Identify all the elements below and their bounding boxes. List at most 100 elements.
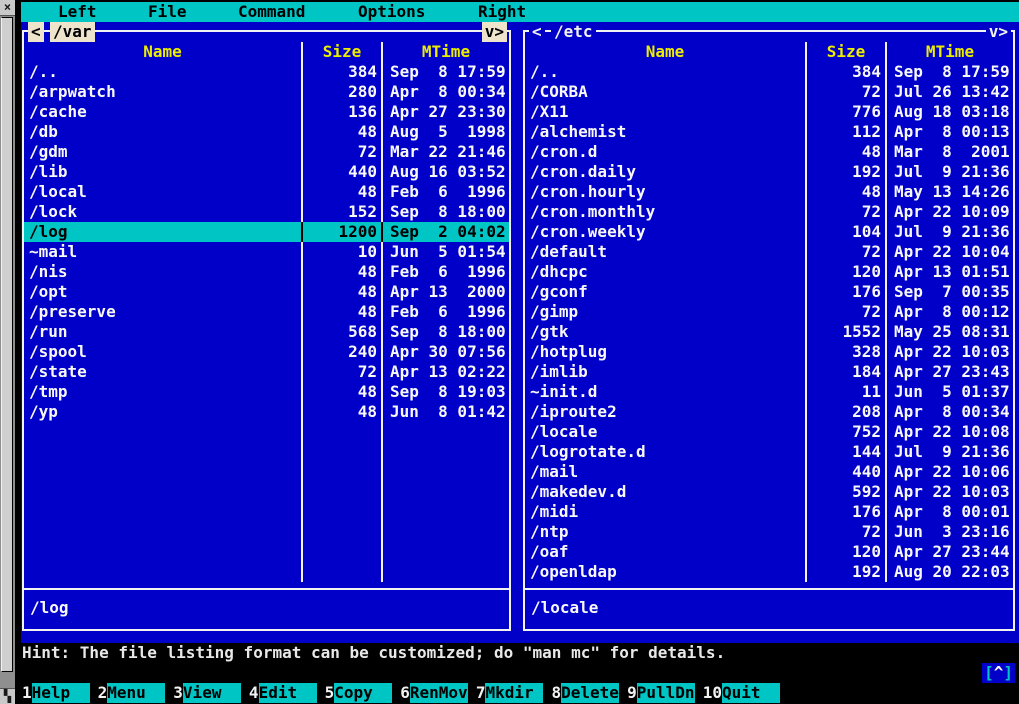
file-name: /midi xyxy=(525,502,805,522)
file-row[interactable]: /alchemist112Apr 8 00:13 xyxy=(525,122,1013,142)
file-size: 48 xyxy=(301,182,381,202)
menu-item-file[interactable]: File xyxy=(148,2,187,22)
file-size: 48 xyxy=(805,182,885,202)
file-row[interactable]: /cron.hourly48May 13 14:26 xyxy=(525,182,1013,202)
file-size: 384 xyxy=(805,62,885,82)
file-row[interactable]: /lock152Sep 8 18:00 xyxy=(24,202,509,222)
file-row[interactable]: /oaf120Apr 27 23:44 xyxy=(525,542,1013,562)
panel-right-history-dropdown-button[interactable]: v> xyxy=(986,22,1011,42)
column-header-mtime[interactable]: MTime xyxy=(381,42,509,62)
file-row[interactable]: /default72Apr 22 10:04 xyxy=(525,242,1013,262)
file-row[interactable]: /CORBA72Jul 26 13:42 xyxy=(525,82,1013,102)
file-name: /run xyxy=(24,322,301,342)
file-row[interactable]: /..384Sep 8 17:59 xyxy=(24,62,509,82)
menu-item-right[interactable]: Right xyxy=(478,2,526,22)
fkey-2-menu[interactable]: 2Menu xyxy=(98,683,166,703)
file-row[interactable]: /db48Aug 5 1998 xyxy=(24,122,509,142)
fkey-4-edit[interactable]: 4Edit xyxy=(249,683,317,703)
terminal-scrollbar[interactable]: × ▚ xyxy=(0,0,15,704)
fkey-9-pulldn[interactable]: 9PullDn xyxy=(627,683,695,703)
file-row[interactable]: /makedev.d592Apr 22 10:03 xyxy=(525,482,1013,502)
file-row[interactable]: /hotplug328Apr 22 10:03 xyxy=(525,342,1013,362)
panel-right-path-title[interactable]: /etc xyxy=(551,22,596,42)
file-row[interactable]: ~mail10Jun 5 01:54 xyxy=(24,242,509,262)
file-row[interactable]: /cron.monthly72Apr 22 10:09 xyxy=(525,202,1013,222)
shell-prompt-line[interactable]: [proski@portland /var]$ [^] xyxy=(15,663,1019,683)
file-row[interactable]: /nis48Feb 6 1996 xyxy=(24,262,509,282)
menu-item-left[interactable]: Left xyxy=(58,2,97,22)
scrollbar-bottom-icon[interactable]: ▚ xyxy=(0,688,15,704)
file-size: 11 xyxy=(805,382,885,402)
fkey-8-delete[interactable]: 8Delete xyxy=(551,683,619,703)
file-row[interactable]: /spool240Apr 30 07:56 xyxy=(24,342,509,362)
file-row[interactable]: /lib440Aug 16 03:52 xyxy=(24,162,509,182)
fkey-number: 6 xyxy=(400,683,410,703)
column-header-name[interactable]: Name xyxy=(24,42,301,62)
file-row[interactable]: /preserve48Feb 6 1996 xyxy=(24,302,509,322)
file-row[interactable]: /cron.d48Mar 8 2001 xyxy=(525,142,1013,162)
file-row[interactable]: /gimp72Apr 8 00:12 xyxy=(525,302,1013,322)
file-row[interactable]: /state72Apr 13 02:22 xyxy=(24,362,509,382)
fkey-10-quit[interactable]: 10Quit xyxy=(703,683,780,703)
panel-left-path-title[interactable]: /var xyxy=(50,22,95,42)
file-name: /gdm xyxy=(24,142,301,162)
file-size: 112 xyxy=(805,122,885,142)
menu-item-command[interactable]: Command xyxy=(238,2,305,22)
file-row[interactable]: /X11776Aug 18 03:18 xyxy=(525,102,1013,122)
file-size xyxy=(301,442,381,462)
file-row[interactable]: /imlib184Apr 27 23:43 xyxy=(525,362,1013,382)
file-row-empty xyxy=(24,502,509,522)
scrollbar-top-icon[interactable]: × xyxy=(0,0,15,16)
file-row[interactable]: /gdm72Mar 22 21:46 xyxy=(24,142,509,162)
file-row[interactable]: /opt48Apr 13 2000 xyxy=(24,282,509,302)
file-row[interactable]: /run568Sep 8 18:00 xyxy=(24,322,509,342)
file-mtime xyxy=(381,522,509,542)
file-row[interactable]: /gconf176Sep 7 00:35 xyxy=(525,282,1013,302)
scroll-corner-badge[interactable]: [^] xyxy=(982,663,1015,683)
file-row[interactable]: /midi176Apr 8 00:01 xyxy=(525,502,1013,522)
menu-item-options[interactable]: Options xyxy=(358,2,425,22)
panel-right-history-back-button[interactable]: < xyxy=(529,22,545,42)
file-row[interactable]: /mail440Apr 22 10:06 xyxy=(525,462,1013,482)
file-row[interactable]: /yp48Jun 8 01:42 xyxy=(24,402,509,422)
file-mtime: Sep 8 19:03 xyxy=(381,382,509,402)
fkey-6-renmov[interactable]: 6RenMov xyxy=(400,683,468,703)
fkey-7-mkdir[interactable]: 7Mkdir xyxy=(476,683,544,703)
column-header-mtime[interactable]: MTime xyxy=(885,42,1013,62)
column-header-size[interactable]: Size xyxy=(301,42,381,62)
scrollbar-thumb[interactable] xyxy=(1,17,13,672)
column-header-name[interactable]: Name xyxy=(525,42,805,62)
file-name: /alchemist xyxy=(525,122,805,142)
column-header-size[interactable]: Size xyxy=(805,42,885,62)
file-name: ~mail xyxy=(24,242,301,262)
file-row[interactable]: /cron.weekly104Jul 9 21:36 xyxy=(525,222,1013,242)
file-row[interactable]: /ntp72Jun 3 23:16 xyxy=(525,522,1013,542)
file-row[interactable]: /locale752Apr 22 10:08 xyxy=(525,422,1013,442)
file-size: 48 xyxy=(805,142,885,162)
file-mtime xyxy=(381,422,509,442)
file-row[interactable]: /local48Feb 6 1996 xyxy=(24,182,509,202)
fkey-label: Mkdir xyxy=(485,683,543,703)
file-name: /cron.weekly xyxy=(525,222,805,242)
fkey-3-view[interactable]: 3View xyxy=(173,683,241,703)
file-row[interactable]: /log1200Sep 2 04:02 xyxy=(24,222,509,242)
file-row[interactable]: /logrotate.d144Jul 9 21:36 xyxy=(525,442,1013,462)
fkey-1-help[interactable]: 1Help xyxy=(22,683,90,703)
file-row[interactable]: /cache136Apr 27 23:30 xyxy=(24,102,509,122)
file-row[interactable]: /..384Sep 8 17:59 xyxy=(525,62,1013,82)
file-row[interactable]: ~init.d11Jun 5 01:37 xyxy=(525,382,1013,402)
file-row[interactable]: /dhcpc120Apr 13 01:51 xyxy=(525,262,1013,282)
file-mtime: Apr 22 10:03 xyxy=(885,342,1013,362)
file-row[interactable]: /iproute2208Apr 8 00:34 xyxy=(525,402,1013,422)
panel-left-history-dropdown-button[interactable]: v> xyxy=(482,22,507,42)
file-name: ~init.d xyxy=(525,382,805,402)
file-row[interactable]: /arpwatch280Apr 8 00:34 xyxy=(24,82,509,102)
file-row[interactable]: /gtk1552May 25 08:31 xyxy=(525,322,1013,342)
fkey-5-copy[interactable]: 5Copy xyxy=(325,683,393,703)
file-size: 48 xyxy=(301,382,381,402)
panel-left-history-back-button[interactable]: < xyxy=(28,22,44,42)
file-row[interactable]: /openldap192Aug 20 22:03 xyxy=(525,562,1013,582)
file-row[interactable]: /cron.daily192Jul 9 21:36 xyxy=(525,162,1013,182)
file-row[interactable]: /tmp48Sep 8 19:03 xyxy=(24,382,509,402)
file-mtime: Jun 8 01:42 xyxy=(381,402,509,422)
